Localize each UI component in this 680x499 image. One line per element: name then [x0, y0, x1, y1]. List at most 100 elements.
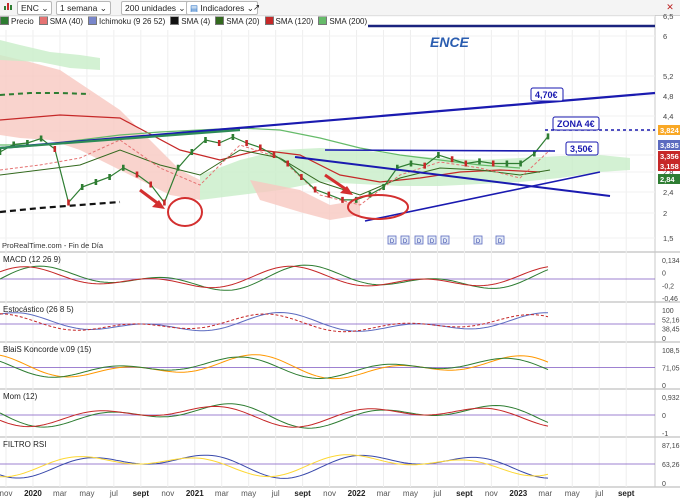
x-tick-label: sept: [456, 489, 473, 498]
price-candle: [519, 160, 522, 167]
trendline-upper: [0, 91, 656, 150]
price-candle: [39, 135, 43, 142]
sub-panel-tick-label: -0,46: [662, 296, 678, 303]
x-tick-label: jul: [271, 489, 280, 498]
legend-item[interactable]: SMA (200): [318, 16, 367, 27]
price-candle: [533, 150, 536, 157]
price-candle: [478, 158, 481, 165]
price-candle: [382, 184, 385, 190]
chart-settings-icon[interactable]: [3, 1, 13, 13]
legend-swatch: [264, 16, 274, 25]
price-candle: [464, 160, 468, 167]
price-candle: [409, 160, 413, 167]
x-tick-label: nov: [323, 489, 336, 498]
price-candle: [300, 174, 303, 180]
line-3-50: [324, 149, 556, 152]
legend-label: Ichimoku (9 26 52): [99, 17, 166, 26]
price-candle: [368, 191, 372, 198]
sub-panel-tick-label: 0,932: [662, 395, 680, 402]
price-candle: [217, 140, 221, 146]
sub-panel-title: Mom (12): [3, 392, 38, 401]
y-tick-label: 5,2: [663, 72, 673, 81]
annotation-4-70: 4,70€: [535, 90, 558, 100]
sub-panel-tick-label: 0: [662, 336, 666, 343]
sma-20-line: [0, 149, 551, 196]
sub-panel-tick-label: 63,26: [662, 462, 680, 469]
legend-item[interactable]: SMA (4): [170, 16, 210, 27]
timeframe-dropdown[interactable]: 1 semana ⌄: [56, 1, 111, 15]
price-candle: [491, 160, 495, 167]
price-candle: [26, 140, 29, 146]
price-candle: [53, 146, 57, 152]
x-tick-label: 2021: [186, 489, 204, 498]
price-candle: [341, 196, 344, 203]
legend-label: SMA (120): [275, 17, 314, 26]
price-candle: [505, 160, 509, 167]
oscillator-signal-line: [0, 454, 549, 478]
highlight-circle: [167, 197, 203, 227]
oscillator-signal-line: [0, 356, 549, 380]
timeframe-label: 1 semana: [60, 3, 98, 13]
x-tick-label: mar: [215, 489, 229, 498]
sub-panel-tick-label: 0: [662, 413, 666, 420]
price-candle: [313, 186, 317, 193]
price-candle: [231, 134, 235, 140]
x-tick-label: sept: [294, 489, 311, 498]
legend-item[interactable]: Ichimoku (9 26 52): [88, 16, 165, 27]
x-tick-label: mar: [377, 489, 391, 498]
sub-panel-tick-label: 0: [662, 271, 666, 278]
oscillator-line: [0, 454, 549, 479]
y-tick-label: 4: [663, 127, 667, 136]
sub-panel-tick-label: 87,16: [662, 443, 680, 450]
indicators-button[interactable]: ▤ Indicadores ⌄: [186, 1, 258, 15]
legend-item[interactable]: SMA (120): [264, 16, 314, 27]
sub-panel-tick-label: 71,05: [662, 366, 680, 373]
x-tick-label: jul: [109, 489, 118, 498]
price-label-bg: [658, 161, 680, 171]
sub-panel-tick-label: -0,2: [662, 283, 674, 290]
price-label-bg: [658, 125, 680, 135]
legend: Precio SMA (40) Ichimoku (9 26 52) SMA (4) S…: [0, 16, 372, 28]
draw-tool-icon[interactable]: ↗: [253, 1, 260, 13]
ichimoku-cloud-bear: [250, 180, 360, 220]
chevron-down-icon: ⌄: [178, 3, 186, 13]
x-tick-label: mar: [53, 489, 67, 498]
legend-label: SMA (4): [181, 17, 211, 26]
x-tick-label: sept: [133, 489, 150, 498]
oscillator-line: [0, 403, 549, 429]
legend-item[interactable]: SMA (20): [215, 16, 260, 27]
legend-item[interactable]: Precio: [0, 16, 34, 27]
sma-4-dashed-line: [0, 200, 121, 214]
price-candle: [80, 184, 84, 190]
units-dropdown[interactable]: 200 unidades ⌄: [121, 1, 190, 15]
x-tick-label: sept: [618, 489, 635, 498]
dividend-icon-glyph: D: [443, 239, 448, 245]
price-candle: [354, 196, 358, 203]
symbol-dropdown[interactable]: ENC ⌄: [17, 1, 53, 15]
price-axis-label: 3,356: [660, 152, 679, 161]
legend-swatch: [88, 16, 98, 25]
y-tick-label: 3,2: [663, 151, 673, 160]
indicators-label: Indicadores: [200, 3, 245, 13]
close-icon[interactable]: ✕: [664, 1, 676, 13]
sma-40-line: [0, 139, 551, 206]
highlight-circle: [347, 194, 409, 220]
x-tick-label: nov: [0, 489, 12, 498]
source-label: ProRealTime.com - Fin de Día: [2, 241, 104, 250]
chevron-down-icon: ⌄: [99, 3, 107, 13]
sub-panel-tick-label: 100: [662, 308, 674, 315]
legend-item[interactable]: SMA (40): [38, 16, 83, 27]
price-candle: [450, 156, 454, 163]
x-tick-label: nov: [485, 489, 498, 498]
oscillator-signal-line: [0, 405, 549, 428]
price-candle: [0, 149, 2, 155]
price-candle: [396, 164, 399, 171]
price-axis-label: 2,84: [660, 175, 675, 184]
x-tick-label: nov: [161, 489, 174, 498]
legend-label: SMA (20): [226, 17, 260, 26]
x-tick-label: may: [241, 489, 256, 498]
sub-panel-tick-label: -1: [662, 431, 668, 438]
price-candle: [135, 171, 139, 178]
chart-canvas: nov 2020 mar may jul sept nov 2021 mar may jul sept…: [0, 12, 680, 498]
price-candle: [12, 141, 15, 148]
